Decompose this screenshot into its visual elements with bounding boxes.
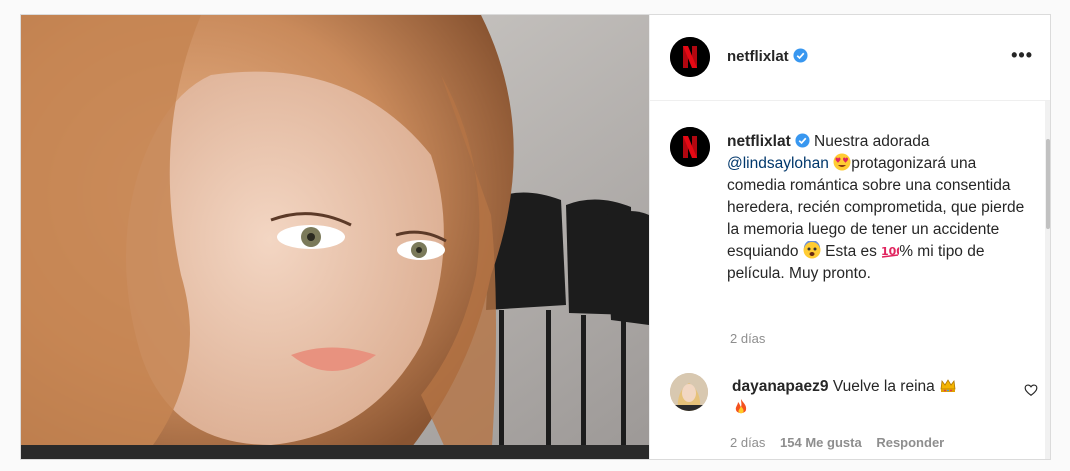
netflix-logo-icon [670,127,710,167]
post-sidebar: netflixlat ••• netflixlat Nuestra adorad… [649,15,1050,459]
fearful-face-emoji-icon [803,241,821,259]
scrollbar-thumb[interactable] [1046,139,1050,229]
comment-username[interactable]: dayanapaez9 [732,378,829,395]
caption-username[interactable]: netflixlat [727,133,791,150]
account-avatar[interactable] [670,37,710,77]
like-heart-icon[interactable] [1024,383,1038,397]
comment-item: dayanapaez9 Vuelve la reina 2 días 154 M… [670,373,1040,453]
more-options-icon[interactable]: ••• [1011,45,1033,66]
caption-text: netflixlat Nuestra adorada @lindsaylohan… [727,131,1027,285]
comment-timestamp[interactable]: 2 días [730,435,765,450]
caption-mention-link[interactable]: @lindsaylohan [727,155,829,172]
caption-line-3: Esta es [825,243,877,260]
caption-timestamp[interactable]: 2 días [730,331,765,346]
post-header: netflixlat ••• [650,15,1050,101]
fire-emoji-icon [735,399,747,414]
netflix-logo-icon [670,37,710,77]
comment-meta: 2 días 154 Me gusta Responder [730,435,955,450]
header-username-text[interactable]: netflixlat [727,48,789,65]
post-modal: netflixlat ••• netflixlat Nuestra adorad… [20,14,1051,460]
comment-text: dayanapaez9 Vuelve la reina [732,376,972,420]
comments-scrollbar[interactable] [1045,101,1050,459]
verified-badge-icon [795,133,810,148]
heart-eyes-emoji-icon [833,153,851,171]
crown-emoji-icon [940,379,956,392]
header-username[interactable]: netflixlat [727,48,808,65]
comments-section: netflixlat Nuestra adorada @lindsaylohan… [650,101,1050,459]
verified-badge-icon [793,48,808,63]
caption-avatar[interactable] [670,127,710,167]
post-photo[interactable] [21,15,649,459]
reply-button[interactable]: Responder [876,435,944,450]
commenter-avatar[interactable] [670,373,708,411]
caption-line-1: Nuestra adorada [814,133,930,150]
user-photo-icon [670,373,708,411]
post-image [21,15,649,459]
comment-message: Vuelve la reina [832,378,935,395]
comment-likes-count[interactable]: 154 Me gusta [780,435,862,450]
hundred-points-emoji-icon: 100 [881,245,899,258]
